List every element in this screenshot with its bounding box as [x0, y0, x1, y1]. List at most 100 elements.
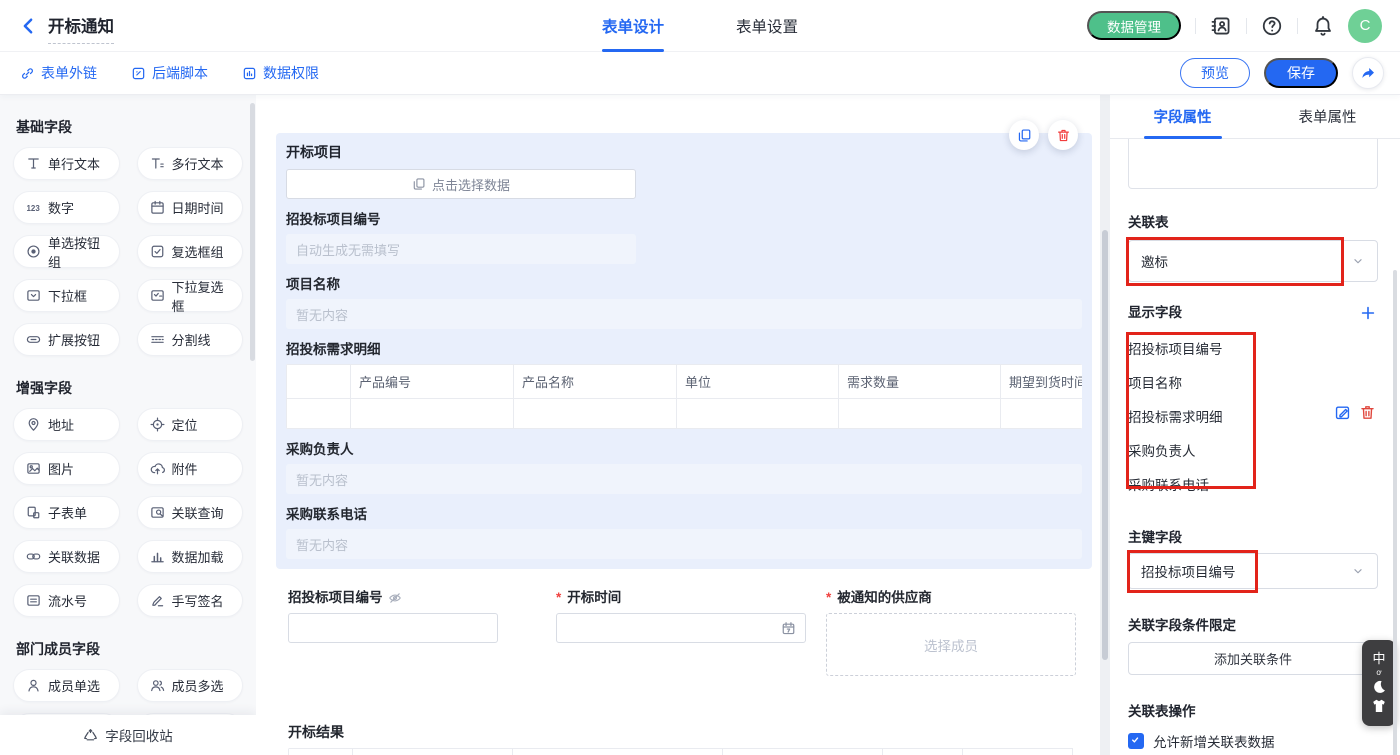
- field-pill-field-subform[interactable]: 子表单: [13, 496, 120, 529]
- display-field-item[interactable]: 采购负责人: [1128, 433, 1378, 467]
- field-pill-field-multiselect[interactable]: 下拉复选框: [137, 279, 244, 312]
- select-data-icon: [412, 177, 426, 191]
- browser-extension-widget[interactable]: 中 ơ: [1362, 640, 1396, 726]
- related-table-value: 邀标: [1141, 251, 1168, 271]
- sidebar-scrollbar[interactable]: [250, 103, 255, 361]
- primary-key-select[interactable]: 招投标项目编号: [1128, 553, 1378, 589]
- field-pill-field-textarea[interactable]: 多行文本: [137, 147, 244, 180]
- field-pill-field-dataload[interactable]: 数据加载: [137, 540, 244, 573]
- delete-icon[interactable]: [1359, 404, 1376, 421]
- field-linkdata-icon: [26, 549, 41, 564]
- purchase-owner-input[interactable]: 暂无内容: [286, 464, 1082, 494]
- field-radio-icon: [26, 244, 41, 259]
- field-pill-label: 关联查询: [172, 503, 224, 522]
- field-pill-field-select[interactable]: 下拉框: [13, 279, 120, 312]
- field-signature-icon: [150, 593, 165, 608]
- canvas-scrollbar[interactable]: [1102, 230, 1108, 660]
- help-icon[interactable]: [1261, 15, 1283, 37]
- delete-widget-button[interactable]: [1048, 120, 1078, 150]
- select-data-label: 点击选择数据: [432, 175, 510, 194]
- field-pill-field-radio[interactable]: 单选按钮组: [13, 235, 120, 268]
- panel-scrollbar[interactable]: [1393, 270, 1397, 755]
- notification-bell-icon[interactable]: [1312, 15, 1334, 37]
- widget-actions: [1009, 120, 1078, 150]
- save-button[interactable]: 保存: [1264, 58, 1338, 88]
- tab-form-settings[interactable]: 表单设置: [736, 0, 798, 52]
- project-name-input[interactable]: 暂无内容: [286, 299, 1082, 329]
- field-recycle-bin[interactable]: 字段回收站: [0, 715, 256, 755]
- contacts-book-icon[interactable]: [1210, 15, 1232, 37]
- field-pill-field-lookup[interactable]: 关联查询: [137, 496, 244, 529]
- select-member-box[interactable]: 选择成员: [826, 613, 1076, 676]
- add-condition-button[interactable]: 添加关联条件: [1128, 642, 1378, 675]
- tab-field-properties[interactable]: 字段属性: [1110, 95, 1255, 138]
- field-pill-field-attachment[interactable]: 附件: [137, 452, 244, 485]
- purchase-phone-input[interactable]: 暂无内容: [286, 529, 1082, 559]
- related-table-select[interactable]: 邀标: [1128, 240, 1378, 282]
- tab-form-design[interactable]: 表单设计: [602, 0, 664, 52]
- select-data-button[interactable]: 点击选择数据: [286, 169, 636, 199]
- field-pill-field-number[interactable]: 123数字: [13, 191, 120, 224]
- display-field-item[interactable]: 招投标项目编号: [1128, 331, 1378, 365]
- field-pill-field-signature[interactable]: 手写签名: [137, 584, 244, 617]
- field-pill-field-linkdata[interactable]: 关联数据: [13, 540, 120, 573]
- shirt-icon[interactable]: [1371, 698, 1387, 714]
- data-manage-button[interactable]: 数据管理: [1087, 11, 1181, 40]
- project-code-input[interactable]: 自动生成无需填写: [286, 234, 636, 264]
- toolbar-links: 表单外链 后端脚本 数据权限: [20, 63, 319, 83]
- moon-icon[interactable]: [1371, 679, 1387, 695]
- field-pill-label: 分割线: [172, 330, 211, 349]
- field-pill-field-text[interactable]: 单行文本: [13, 147, 120, 180]
- share-button[interactable]: [1352, 57, 1384, 89]
- eye-off-icon: [388, 591, 402, 605]
- demand-table-empty-row[interactable]: [287, 399, 1083, 429]
- notified-suppliers-field[interactable]: 被通知的供应商 选择成员: [826, 589, 1076, 676]
- empty-cell: [514, 399, 677, 429]
- allow-add-checkbox[interactable]: [1128, 733, 1144, 749]
- display-field-item[interactable]: 项目名称: [1128, 365, 1378, 399]
- toolbar-link-script[interactable]: 后端脚本: [131, 63, 208, 83]
- display-field-item[interactable]: 采购联系电话: [1128, 467, 1378, 501]
- field-pill-field-address[interactable]: 地址: [13, 408, 120, 441]
- empty-cell: [287, 399, 351, 429]
- field-label-required: 开标时间: [556, 589, 806, 607]
- toolbar-link-link[interactable]: 表单外链: [20, 63, 97, 83]
- field-pill-label: 流水号: [48, 591, 87, 610]
- field-pill-field-button[interactable]: 扩展按钮: [13, 323, 120, 356]
- field-pill-field-member[interactable]: 成员单选: [13, 669, 120, 702]
- open-bid-time-field[interactable]: 开标时间: [556, 589, 806, 676]
- field-pill-field-location[interactable]: 定位: [137, 408, 244, 441]
- description-input-partial[interactable]: [1128, 139, 1378, 189]
- project-code-text-input[interactable]: [288, 613, 498, 643]
- column-header: [963, 749, 1073, 755]
- allow-add-label: 允许新增关联表数据: [1153, 731, 1275, 751]
- field-label: 开标结果: [288, 723, 1088, 741]
- translate-toggle[interactable]: 中: [1372, 652, 1385, 666]
- topbar-left: 开标通知: [18, 7, 114, 44]
- open-bid-time-date-input[interactable]: [556, 613, 806, 643]
- add-display-field-icon[interactable]: [1360, 305, 1376, 321]
- properties-panel: 字段属性 表单属性 关联表 邀标 显示字段 招投标项目编号项目名称招投标需求明细…: [1110, 95, 1400, 755]
- tab-form-properties[interactable]: 表单属性: [1255, 95, 1400, 138]
- field-pill-field-image[interactable]: 图片: [13, 452, 120, 485]
- preview-button[interactable]: 预览: [1180, 58, 1250, 88]
- field-datetime-icon: [150, 200, 165, 215]
- copy-widget-button[interactable]: [1009, 120, 1039, 150]
- column-header: 单位: [677, 365, 839, 399]
- field-pill-grid: 地址定位图片附件子表单 关联查询关联数据数据加载流水号 手写签名: [13, 408, 243, 617]
- linked-data-widget-selected[interactable]: 开标项目 点击选择数据 招投标项目编号 自动生成无需填写 项目名称 暂无内容 招…: [276, 133, 1092, 569]
- field-pill-field-divider[interactable]: 分割线: [137, 323, 244, 356]
- page-title[interactable]: 开标通知: [48, 13, 114, 44]
- field-pill-field-members[interactable]: 成员多选: [137, 669, 244, 702]
- field-palette-sidebar: 基础字段单行文本多行文本123数字日期时间单选按钮组复选框组下拉框下拉复选框扩展…: [0, 95, 256, 755]
- project-code-field[interactable]: 招投标项目编号: [288, 589, 498, 676]
- user-avatar[interactable]: C: [1348, 9, 1382, 43]
- field-pill-field-checkbox[interactable]: 复选框组: [137, 235, 244, 268]
- field-pill-field-datetime[interactable]: 日期时间: [137, 191, 244, 224]
- toolbar-link-permission[interactable]: 数据权限: [242, 63, 319, 83]
- copy-icon: [1017, 128, 1032, 143]
- field-pill-field-serial[interactable]: 流水号: [13, 584, 120, 617]
- form-field-row: 招投标项目编号 开标时间 被通知的供应商 选择成员: [288, 589, 1088, 676]
- back-icon[interactable]: [18, 16, 38, 36]
- edit-icon[interactable]: [1334, 404, 1351, 421]
